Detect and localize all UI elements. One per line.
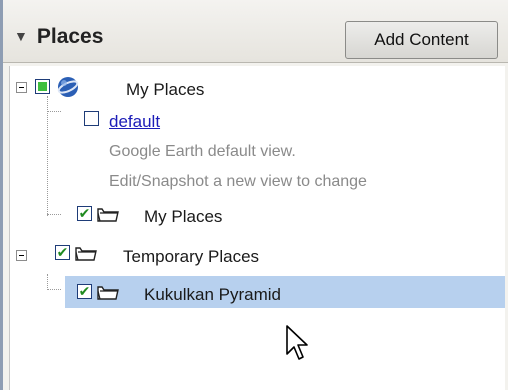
collapse-temporary-places-toggle[interactable] [16, 250, 27, 261]
tree-connector [47, 289, 61, 290]
tree-connector [47, 274, 48, 290]
triangle-down-icon: ▼ [14, 28, 28, 44]
places-panel: ▼ Places Add Content My Places default Go… [0, 0, 508, 390]
my-places-folder-checkbox[interactable]: ✔ [77, 206, 92, 221]
places-title: Places [36, 25, 104, 48]
add-content-button[interactable]: Add Content [345, 21, 498, 59]
my-places-root-label[interactable]: My Places [126, 80, 204, 100]
default-description-line1: Google Earth default view. [109, 143, 296, 160]
places-tree: My Places default Google Earth default v… [9, 66, 505, 390]
my-places-checkbox[interactable] [35, 79, 50, 94]
folder-icon [97, 286, 119, 300]
kukulkan-checkbox[interactable]: ✔ [77, 284, 92, 299]
folder-icon [75, 247, 97, 261]
kukulkan-row-selected[interactable] [65, 276, 505, 308]
collapse-my-places-toggle[interactable] [16, 82, 27, 93]
places-title-toggle[interactable]: ▼ Places [14, 25, 103, 49]
default-link[interactable]: default [109, 112, 160, 132]
my-places-folder-label[interactable]: My Places [144, 207, 222, 227]
default-checkbox[interactable] [84, 111, 99, 126]
mouse-pointer-icon [286, 325, 308, 360]
places-header: ▼ Places Add Content [3, 0, 508, 63]
tree-connector [47, 111, 61, 112]
globe-icon [57, 77, 79, 97]
tree-connector [47, 96, 48, 216]
folder-icon [97, 208, 119, 222]
tree-connector [47, 214, 61, 215]
default-description-line2: Edit/Snapshot a new view to change [109, 173, 367, 190]
kukulkan-pyramid-label[interactable]: Kukulkan Pyramid [144, 285, 281, 305]
temporary-places-label[interactable]: Temporary Places [123, 247, 259, 267]
temporary-places-checkbox[interactable]: ✔ [55, 245, 70, 260]
